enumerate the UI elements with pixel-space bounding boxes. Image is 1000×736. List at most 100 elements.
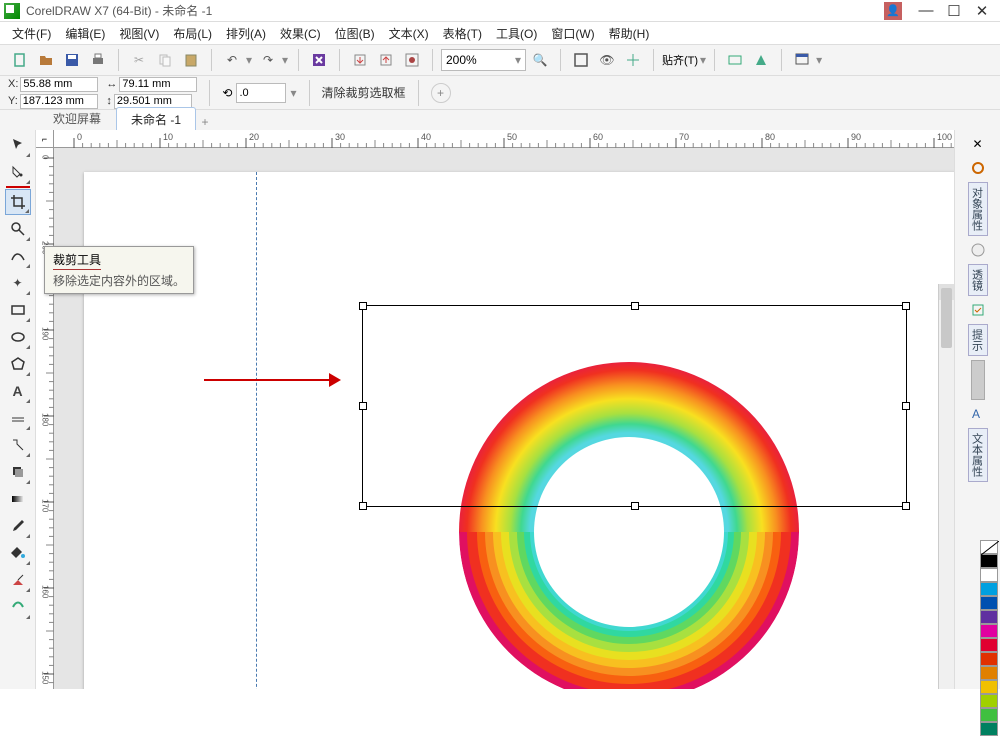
handle-nw[interactable] bbox=[359, 302, 367, 310]
drop-shadow-tool[interactable] bbox=[5, 459, 31, 485]
ruler-origin[interactable]: ⌐ bbox=[36, 130, 54, 148]
handle-sw[interactable] bbox=[359, 502, 367, 510]
swatch[interactable] bbox=[980, 680, 998, 694]
swatch[interactable] bbox=[980, 624, 998, 638]
swatch[interactable] bbox=[980, 694, 998, 708]
pick-tool[interactable] bbox=[5, 132, 31, 158]
page[interactable] bbox=[84, 172, 964, 689]
paste-button[interactable] bbox=[179, 48, 203, 72]
outline-tool[interactable] bbox=[5, 594, 31, 620]
panel-object-properties[interactable]: 对象属性 bbox=[968, 182, 988, 236]
swatch[interactable] bbox=[980, 638, 998, 652]
print-button[interactable] bbox=[86, 48, 110, 72]
x-input[interactable] bbox=[20, 77, 98, 92]
menu-arrange[interactable]: 排列(A) bbox=[222, 23, 270, 44]
snap-label[interactable]: 贴齐(T) bbox=[662, 52, 698, 68]
panel-hints[interactable]: 提示 bbox=[968, 324, 988, 356]
redo-button[interactable]: ↷ bbox=[256, 48, 280, 72]
scroll-thumb[interactable] bbox=[941, 288, 952, 348]
swatch[interactable] bbox=[980, 568, 998, 582]
width-input[interactable] bbox=[119, 77, 197, 92]
vertical-ruler[interactable]: 0200190180170160150 bbox=[36, 148, 54, 689]
crop-selection[interactable] bbox=[362, 305, 907, 507]
docker-grip[interactable] bbox=[971, 360, 985, 400]
swatch[interactable] bbox=[980, 652, 998, 666]
swatch-none[interactable] bbox=[980, 540, 998, 554]
parallel-dim-tool[interactable] bbox=[5, 405, 31, 431]
close-button[interactable]: ✕ bbox=[968, 0, 996, 22]
menu-edit[interactable]: 编辑(E) bbox=[61, 23, 109, 44]
menu-view[interactable]: 视图(V) bbox=[115, 23, 163, 44]
user-avatar-icon[interactable]: 👤 bbox=[884, 2, 902, 20]
close-panels-icon[interactable]: ✕ bbox=[968, 134, 988, 154]
swatch[interactable] bbox=[980, 610, 998, 624]
zoom-tool-button[interactable]: 🔍 bbox=[528, 48, 552, 72]
app-switch-button[interactable] bbox=[790, 48, 814, 72]
tab-welcome[interactable]: 欢迎屏幕 bbox=[38, 106, 116, 131]
hints-icon[interactable] bbox=[968, 300, 988, 320]
smart-fill-tool[interactable]: ✦ bbox=[5, 270, 31, 296]
smart-fill-color-tool[interactable] bbox=[5, 567, 31, 593]
connector-tool[interactable] bbox=[5, 432, 31, 458]
horizontal-ruler[interactable]: 毫米 0102030405060708090100 bbox=[54, 130, 982, 148]
maximize-button[interactable]: ☐ bbox=[940, 0, 968, 22]
crop-tool[interactable] bbox=[5, 189, 31, 215]
tab-document[interactable]: 未命名 -1 bbox=[116, 107, 196, 132]
menu-file[interactable]: 文件(F) bbox=[8, 23, 55, 44]
import-button[interactable] bbox=[348, 48, 372, 72]
guide-line[interactable] bbox=[256, 172, 257, 689]
menu-bitmap[interactable]: 位图(B) bbox=[331, 23, 379, 44]
menu-table[interactable]: 表格(T) bbox=[439, 23, 486, 44]
polygon-tool[interactable] bbox=[5, 351, 31, 377]
shape-tool[interactable] bbox=[5, 159, 31, 185]
menu-layout[interactable]: 布局(L) bbox=[169, 23, 216, 44]
text-props-icon[interactable]: A bbox=[968, 404, 988, 424]
vertical-scrollbar[interactable]: ▴ bbox=[938, 284, 954, 689]
swatch[interactable] bbox=[980, 554, 998, 568]
transparency-tool[interactable] bbox=[5, 486, 31, 512]
panel-text-properties[interactable]: 文本属性 bbox=[968, 428, 988, 482]
zoom-select[interactable]: 200%▾ bbox=[441, 49, 526, 71]
text-tool[interactable]: A bbox=[5, 378, 31, 404]
lens-icon[interactable] bbox=[968, 240, 988, 260]
handle-n[interactable] bbox=[631, 302, 639, 310]
freehand-tool[interactable] bbox=[5, 243, 31, 269]
handle-se[interactable] bbox=[902, 502, 910, 510]
swatch[interactable] bbox=[980, 708, 998, 722]
ellipse-tool[interactable] bbox=[5, 324, 31, 350]
menu-effects[interactable]: 效果(C) bbox=[276, 23, 325, 44]
minimize-button[interactable]: — bbox=[912, 0, 940, 22]
new-button[interactable] bbox=[8, 48, 32, 72]
search-button[interactable] bbox=[307, 48, 331, 72]
canvas-area[interactable]: ⌐ 毫米 0102030405060708090100 020019018017… bbox=[36, 130, 1000, 689]
rectangle-tool[interactable] bbox=[5, 297, 31, 323]
clear-crop-button[interactable]: 清除裁剪选取框 bbox=[322, 84, 406, 101]
undo-button[interactable]: ↶ bbox=[220, 48, 244, 72]
fullscreen-button[interactable] bbox=[569, 48, 593, 72]
menu-text[interactable]: 文本(X) bbox=[385, 23, 433, 44]
add-prop-button[interactable]: + bbox=[431, 83, 451, 103]
swatch[interactable] bbox=[980, 666, 998, 680]
menu-help[interactable]: 帮助(H) bbox=[605, 23, 654, 44]
handle-ne[interactable] bbox=[902, 302, 910, 310]
panel-gear-icon[interactable] bbox=[968, 158, 988, 178]
guides-button[interactable] bbox=[621, 48, 645, 72]
open-button[interactable] bbox=[34, 48, 58, 72]
copy-button[interactable] bbox=[153, 48, 177, 72]
publish-button[interactable] bbox=[400, 48, 424, 72]
tab-add-button[interactable]: + bbox=[196, 113, 214, 131]
swatch[interactable] bbox=[980, 596, 998, 610]
panel-lens[interactable]: 透镜 bbox=[968, 264, 988, 296]
rotation-input[interactable] bbox=[236, 83, 286, 103]
menu-tools[interactable]: 工具(O) bbox=[492, 23, 541, 44]
export-button[interactable] bbox=[374, 48, 398, 72]
handle-e[interactable] bbox=[902, 402, 910, 410]
handle-w[interactable] bbox=[359, 402, 367, 410]
eyedropper-tool[interactable] bbox=[5, 513, 31, 539]
swatch[interactable] bbox=[980, 722, 998, 736]
options-button[interactable] bbox=[723, 48, 747, 72]
save-button[interactable] bbox=[60, 48, 84, 72]
swatch[interactable] bbox=[980, 582, 998, 596]
preview-button[interactable]: 👁 bbox=[595, 48, 619, 72]
menu-window[interactable]: 窗口(W) bbox=[547, 23, 598, 44]
